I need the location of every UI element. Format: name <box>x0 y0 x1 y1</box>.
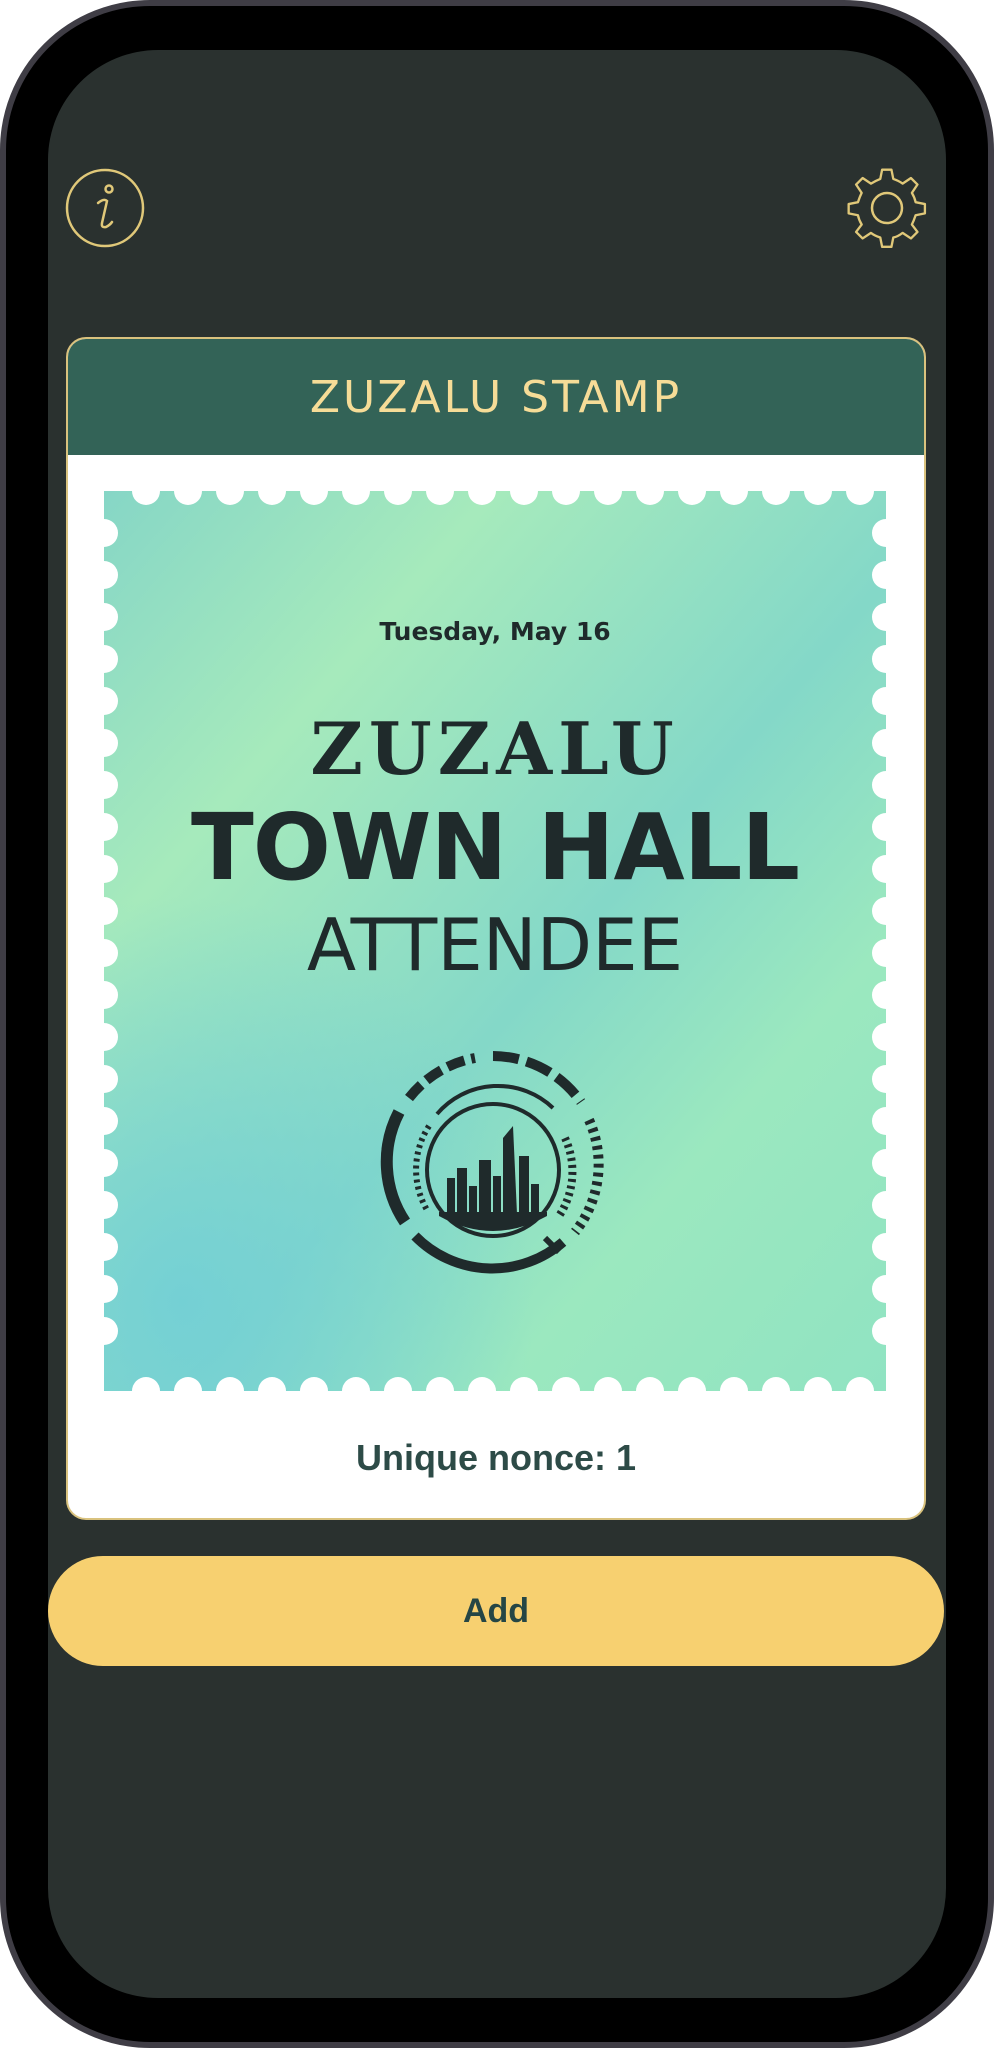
stamp-image: Tuesday, May 16 ZUZALU TOWN HALL ATTENDE… <box>104 491 886 1391</box>
gear-icon <box>847 168 927 249</box>
stamp-event-title: TOWN HALL <box>191 794 800 901</box>
card-header: ZUZALU STAMP <box>68 339 924 455</box>
settings-button[interactable] <box>844 165 930 251</box>
stamp-org-name: ZUZALU <box>310 706 680 791</box>
card-title: ZUZALU STAMP <box>309 371 683 423</box>
city-skyline-emblem-icon <box>375 1046 611 1282</box>
stamp-card: ZUZALU STAMP Tuesday, May 16 ZUZALU TOWN… <box>66 337 926 1520</box>
info-button[interactable] <box>62 165 148 251</box>
unique-nonce: Unique nonce: 1 <box>355 1437 637 1478</box>
info-icon <box>65 168 145 248</box>
stamp-date: Tuesday, May 16 <box>379 617 611 646</box>
add-button[interactable]: Add <box>48 1556 944 1666</box>
app-screen: ZUZALU STAMP Tuesday, May 16 ZUZALU TOWN… <box>48 50 946 1998</box>
stamp-role: ATTENDEE <box>306 903 684 987</box>
